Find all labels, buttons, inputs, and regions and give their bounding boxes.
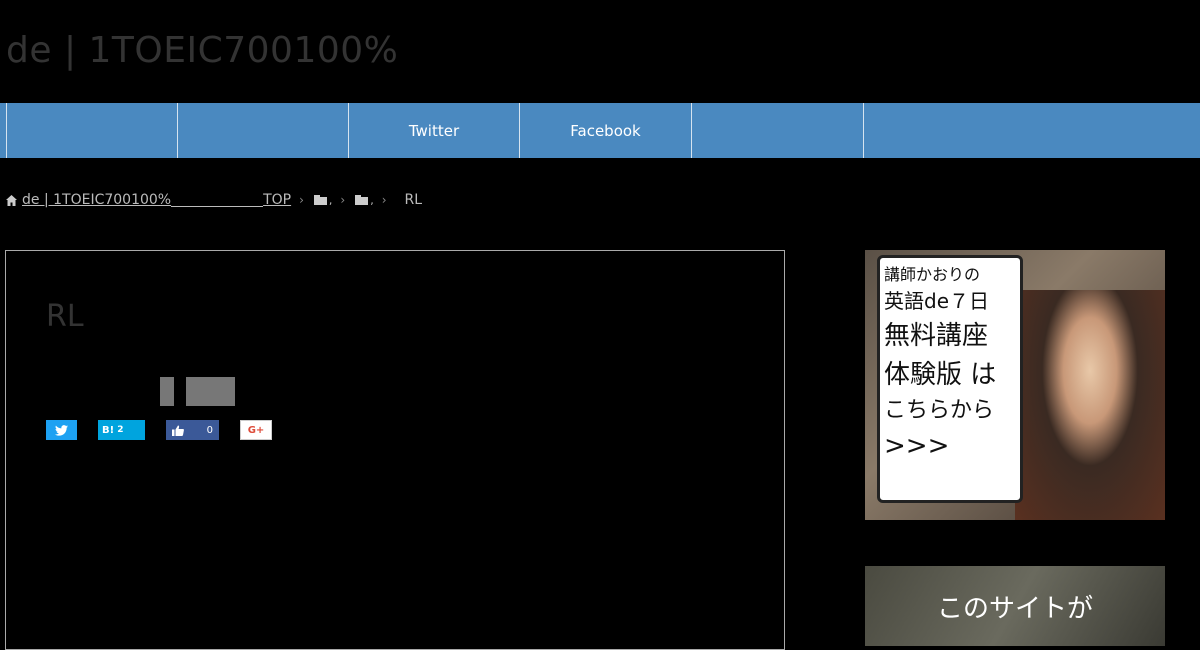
category-tag[interactable]: [160, 377, 174, 406]
site-banner-ad[interactable]: このサイトが: [865, 566, 1165, 646]
global-nav: Twitter Facebook: [0, 103, 1200, 158]
hatena-bookmark-button[interactable]: B! 2: [98, 420, 145, 440]
ad-line: こちらから: [884, 398, 995, 423]
folder-icon: [313, 195, 327, 205]
ad-text-card: 講師かおりの 英語de７日 無料講座 体験版 は こちらから >>>: [877, 255, 1023, 503]
chevron-right-icon: ›: [340, 193, 346, 207]
facebook-like-button[interactable]: 0: [166, 420, 219, 440]
ad-line: 体験版 は: [884, 360, 997, 390]
nav-item-twitter[interactable]: Twitter: [348, 103, 519, 158]
facebook-count: 0: [206, 424, 213, 436]
breadcrumb: de | 1TOEIC700100% TOP › , › , › RL: [5, 190, 422, 210]
site-title[interactable]: de | 1TOEIC700100%: [6, 30, 398, 71]
twitter-icon: [55, 424, 68, 436]
chevron-right-icon: ›: [381, 193, 387, 207]
nav-item-6[interactable]: [863, 103, 1035, 158]
ad-line: >>>: [884, 431, 950, 461]
thumbs-up-icon: [172, 425, 184, 436]
breadcrumb-home-link[interactable]: de | 1TOEIC700100%: [22, 192, 171, 208]
ad2-text: このサイトが: [936, 594, 1093, 624]
twitter-share-button[interactable]: [46, 420, 77, 440]
breadcrumb-underline: [171, 205, 264, 207]
hatena-label: B!: [102, 424, 115, 436]
nav-item-facebook[interactable]: Facebook: [519, 103, 691, 158]
category-tag[interactable]: [186, 377, 235, 406]
home-icon: [5, 194, 18, 207]
ad-line: 英語de７日: [884, 289, 989, 313]
nav-item-1[interactable]: [6, 103, 177, 158]
article-container: RL B! 2 0 G+: [5, 250, 785, 650]
breadcrumb-category-2[interactable]: ,: [370, 194, 374, 207]
chevron-right-icon: ›: [299, 193, 304, 207]
breadcrumb-current: RL: [404, 192, 423, 208]
nav-item-2[interactable]: [177, 103, 348, 158]
ad-line: 講師かおりの: [884, 265, 981, 284]
folder-icon: [355, 195, 369, 205]
nav-item-5[interactable]: [691, 103, 863, 158]
course-banner-ad[interactable]: 講師かおりの 英語de７日 無料講座 体験版 は こちらから >>>: [865, 250, 1165, 520]
breadcrumb-category-1[interactable]: ,: [329, 194, 333, 207]
instructor-photo: [1015, 290, 1165, 520]
ad-line: 無料講座: [884, 321, 989, 351]
google-plus-label: G+: [247, 424, 265, 436]
breadcrumb-top-link[interactable]: TOP: [263, 192, 291, 208]
hatena-count: 2: [117, 425, 124, 435]
google-plus-button[interactable]: G+: [240, 420, 272, 440]
article-title: RL: [46, 299, 84, 334]
